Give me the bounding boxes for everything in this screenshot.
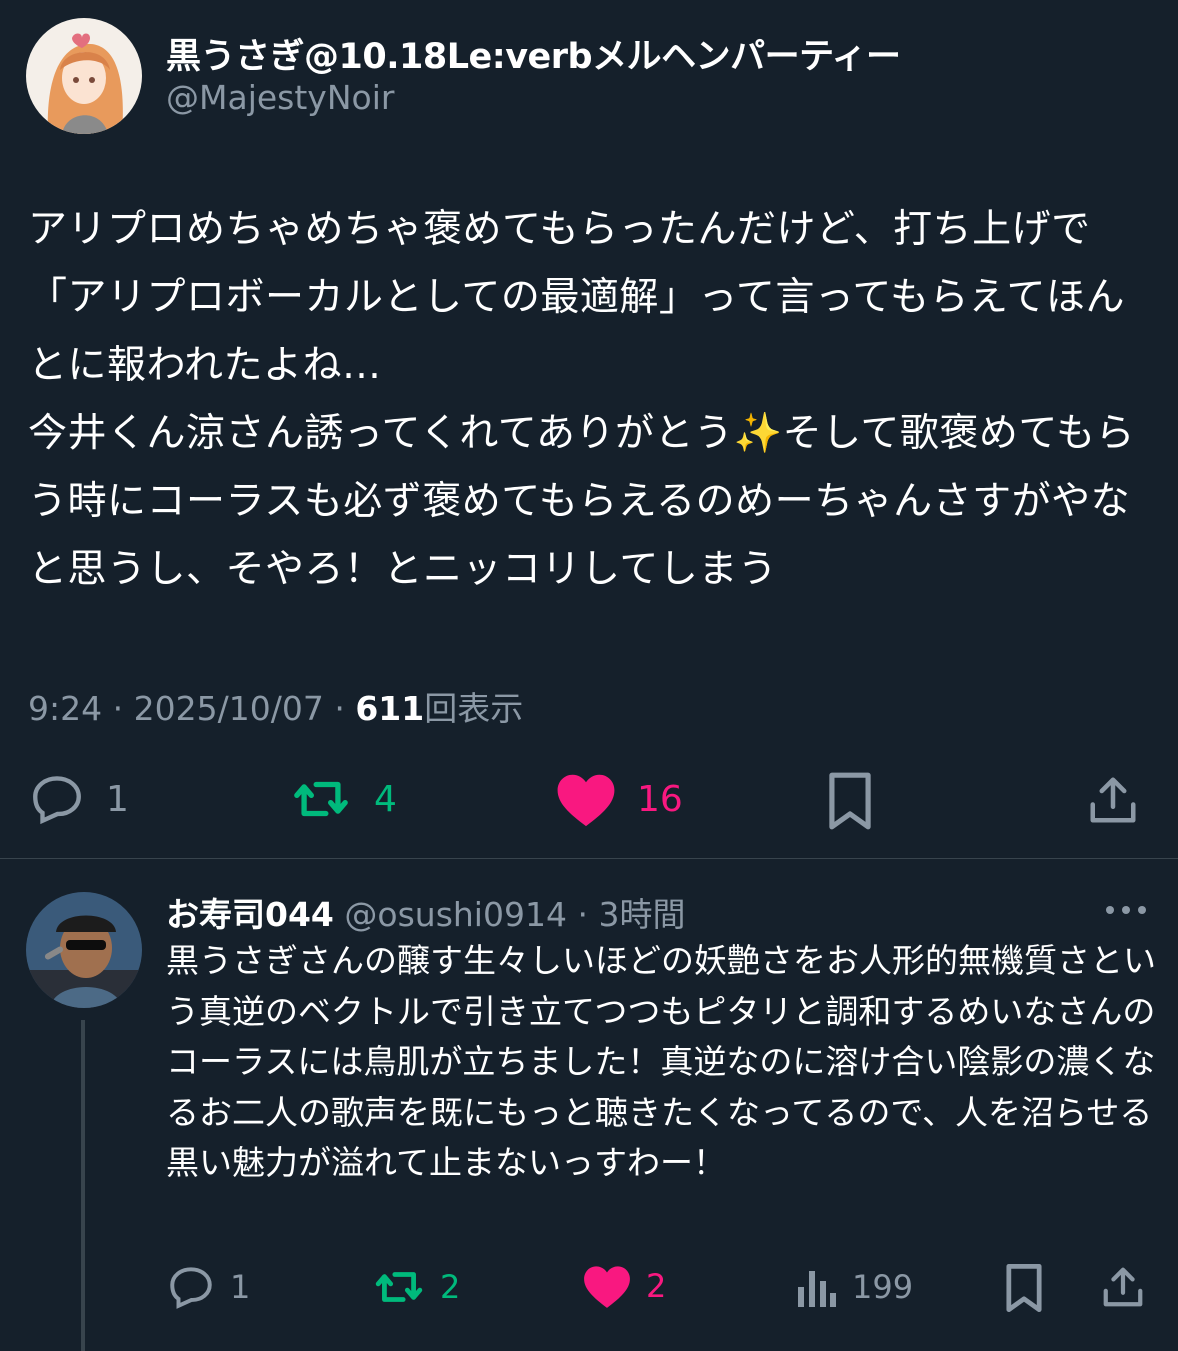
reply-bookmark-button[interactable] <box>1002 1262 1046 1314</box>
reply-reply-button[interactable]: 1 <box>166 1262 250 1312</box>
author-name[interactable]: 黒うさぎ@10.18Le:verbメルヘンパーティー <box>166 28 901 79</box>
bookmark-button[interactable] <box>824 770 876 832</box>
tweet-time[interactable]: 9:24 <box>28 689 102 728</box>
tweet-text: アリプロめちゃめちゃ褒めてもらったんだけど、打ち上げで「アリプロボーカルとしての… <box>28 207 1135 592</box>
like-button[interactable]: 16 <box>555 770 683 828</box>
reply-views-button[interactable]: 199 <box>794 1262 913 1312</box>
meta-separator: · <box>334 689 345 728</box>
reply-header: お寿司044 @osushi0914 · 3時間 <box>166 888 685 936</box>
reply-count: 1 <box>106 778 129 820</box>
tweet-date[interactable]: 2025/10/07 <box>134 689 324 728</box>
author-handle[interactable]: @MajestyNoir <box>166 78 394 117</box>
more-icon[interactable] <box>1104 898 1148 922</box>
reply-share-button[interactable] <box>1100 1262 1146 1312</box>
reply-icon <box>170 1267 212 1309</box>
views-icon <box>798 1271 836 1307</box>
reply-text: 黒うさぎさんの醸す生々しいほどの妖艶さをお人形的無機質さという真逆のベクトルで引… <box>166 941 1156 1182</box>
reply-icon <box>33 776 81 825</box>
tweet-meta: 9:24 · 2025/10/07 · 611回表示 <box>28 682 523 730</box>
like-count: 16 <box>637 778 683 820</box>
reply-view-count: 199 <box>852 1268 914 1306</box>
reply-button[interactable]: 1 <box>28 770 129 828</box>
share-icon <box>1090 777 1136 823</box>
reply-time[interactable]: 3時間 <box>598 895 685 934</box>
reply-like-button[interactable]: 2 <box>582 1262 666 1310</box>
bookmark-icon <box>829 772 871 830</box>
divider <box>0 858 1178 859</box>
thread-line <box>81 1020 85 1351</box>
view-label: 回表示 <box>424 689 524 728</box>
heart-icon <box>557 774 615 827</box>
retweet-icon <box>294 781 348 817</box>
bookmark-icon <box>1006 1263 1042 1313</box>
retweet-button[interactable]: 4 <box>288 770 397 828</box>
meta-separator: · <box>577 895 588 934</box>
share-button[interactable] <box>1086 770 1140 830</box>
reply-retweet-count: 2 <box>440 1268 461 1306</box>
reply-like-count: 2 <box>646 1267 667 1305</box>
reply-author-avatar[interactable] <box>26 892 142 1008</box>
heart-icon <box>584 1266 630 1308</box>
retweet-count: 4 <box>374 778 397 820</box>
view-count[interactable]: 611 <box>355 689 424 728</box>
reply-retweet-button[interactable]: 2 <box>372 1262 460 1312</box>
author-avatar[interactable] <box>26 18 142 134</box>
share-icon <box>1103 1267 1143 1307</box>
reply-reply-count: 1 <box>230 1268 251 1306</box>
meta-separator: · <box>112 689 124 728</box>
retweet-icon <box>375 1272 423 1302</box>
reply-author-name[interactable]: お寿司044 <box>166 895 334 934</box>
reply-author-handle[interactable]: @osushi0914 <box>344 895 567 934</box>
